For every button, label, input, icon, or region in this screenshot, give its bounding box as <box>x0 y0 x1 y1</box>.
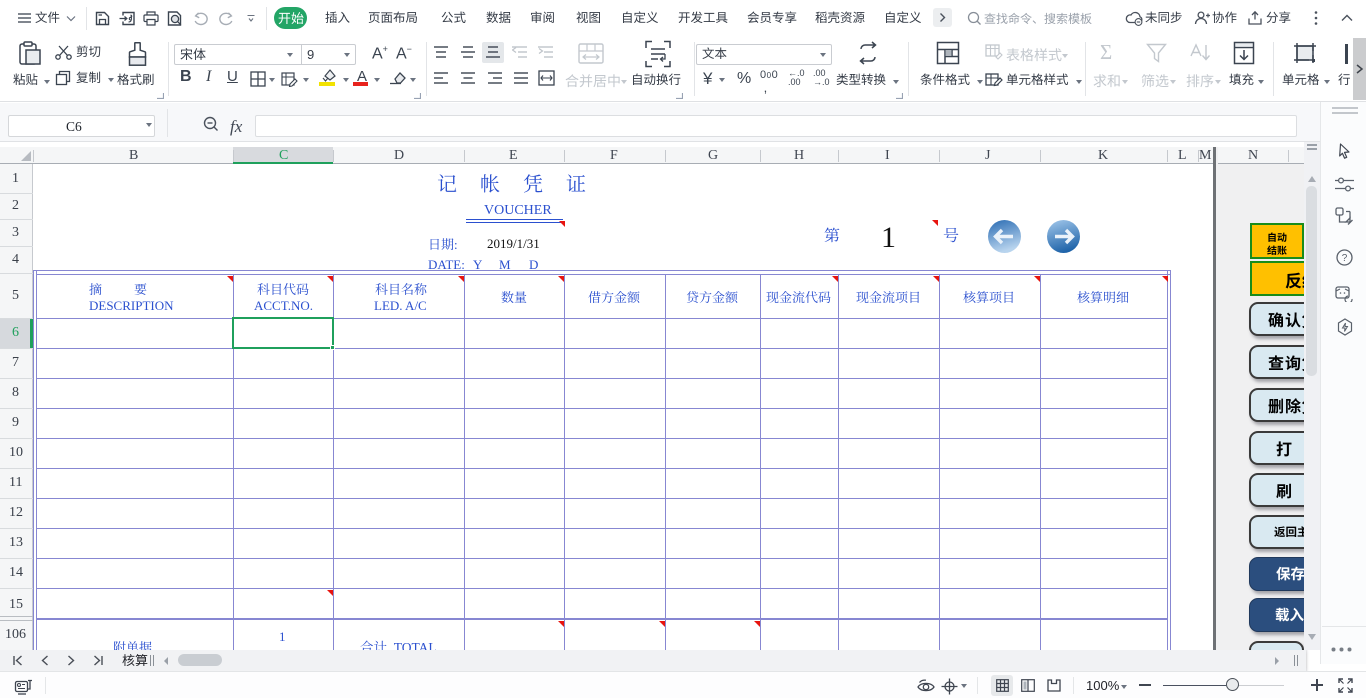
svg-text:?: ? <box>1342 253 1348 264</box>
